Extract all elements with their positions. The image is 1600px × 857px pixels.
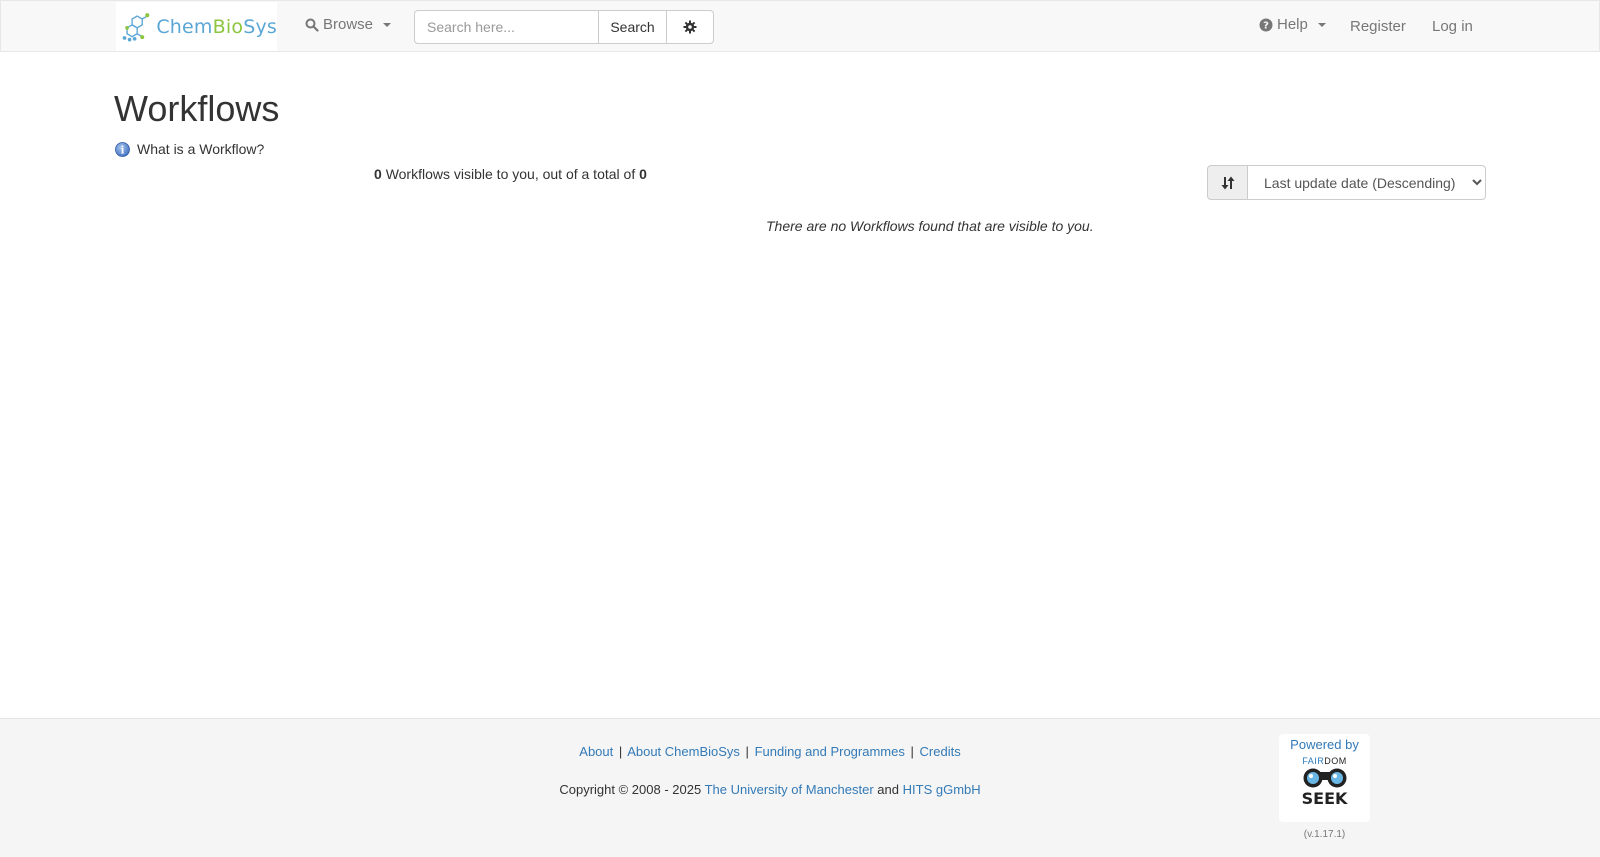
help-menu[interactable]: ? Help — [1259, 16, 1326, 33]
help-label: Help — [1277, 16, 1308, 33]
info-link-label: What is a Workflow? — [137, 141, 265, 157]
search-input[interactable] — [414, 10, 599, 44]
footer-separator: | — [618, 744, 623, 759]
hits-link[interactable]: HITS gGmbH — [903, 782, 981, 797]
caret-down-icon — [1317, 22, 1326, 27]
brand-logo[interactable]: ChemBioSys — [116, 2, 277, 51]
copyright-text: Copyright © 2008 - 2025 — [559, 782, 702, 797]
brand-name: ChemBioSys — [156, 15, 277, 38]
sort-select[interactable]: Last update date (Descending) — [1248, 165, 1486, 200]
search-button[interactable]: Search — [598, 10, 667, 44]
page-title: Workflows — [114, 88, 280, 129]
info-icon: i — [115, 141, 130, 157]
sort-arrows-icon — [1221, 176, 1234, 189]
and-text: and — [877, 782, 899, 797]
search-form: Search — [414, 10, 714, 44]
question-circle-icon: ? — [1259, 18, 1273, 31]
seek-logo-text: SEEK — [1301, 789, 1348, 808]
version-label: (v.1.17.1) — [1303, 829, 1346, 840]
navbar: ChemBioSys Browse Search here... Search … — [0, 0, 1600, 52]
footer-separator: | — [910, 744, 914, 759]
empty-results-message: There are no Workflows found that are vi… — [766, 218, 1094, 234]
caret-down-icon — [383, 22, 392, 27]
advanced-search-button[interactable] — [666, 10, 714, 44]
results-count: 0 Workflows visible to you, out of a tot… — [374, 166, 647, 182]
svg-text:?: ? — [1263, 20, 1269, 31]
footer: About | About ChemBioSys | Funding and P… — [0, 718, 1600, 857]
footer-link-funding[interactable]: Funding and Programmes — [755, 744, 905, 759]
sort-addon — [1207, 165, 1248, 200]
footer-link-credits[interactable]: Credits — [920, 744, 961, 759]
gear-icon — [683, 20, 697, 34]
count-text: Workflows visible to you, out of a total… — [385, 166, 636, 182]
login-link[interactable]: Log in — [1432, 18, 1473, 35]
powered-by-label: Powered by — [1290, 737, 1359, 752]
footer-link-about-chembiosys[interactable]: About ChemBioSys — [627, 744, 740, 759]
svg-text:i: i — [121, 145, 125, 156]
sort-control: Last update date (Descending) — [1207, 165, 1486, 200]
browse-menu[interactable]: Browse — [305, 16, 392, 33]
search-icon — [305, 18, 319, 32]
chembiosys-logo-icon — [122, 12, 150, 41]
footer-separator: | — [745, 744, 749, 759]
register-link[interactable]: Register — [1350, 18, 1406, 35]
footer-link-about[interactable]: About — [579, 744, 613, 759]
visible-count: 0 — [374, 166, 382, 182]
fairdom-logo-text: FAIRDOM — [1302, 756, 1347, 766]
total-count: 0 — [639, 166, 647, 182]
what-is-workflow-link[interactable]: i What is a Workflow? — [115, 141, 264, 157]
powered-by-seek-link[interactable]: Powered by FAIRDOM SEEK — [1279, 734, 1370, 822]
browse-label: Browse — [323, 16, 374, 33]
binoculars-icon — [1303, 768, 1346, 788]
university-link[interactable]: The University of Manchester — [705, 782, 874, 797]
